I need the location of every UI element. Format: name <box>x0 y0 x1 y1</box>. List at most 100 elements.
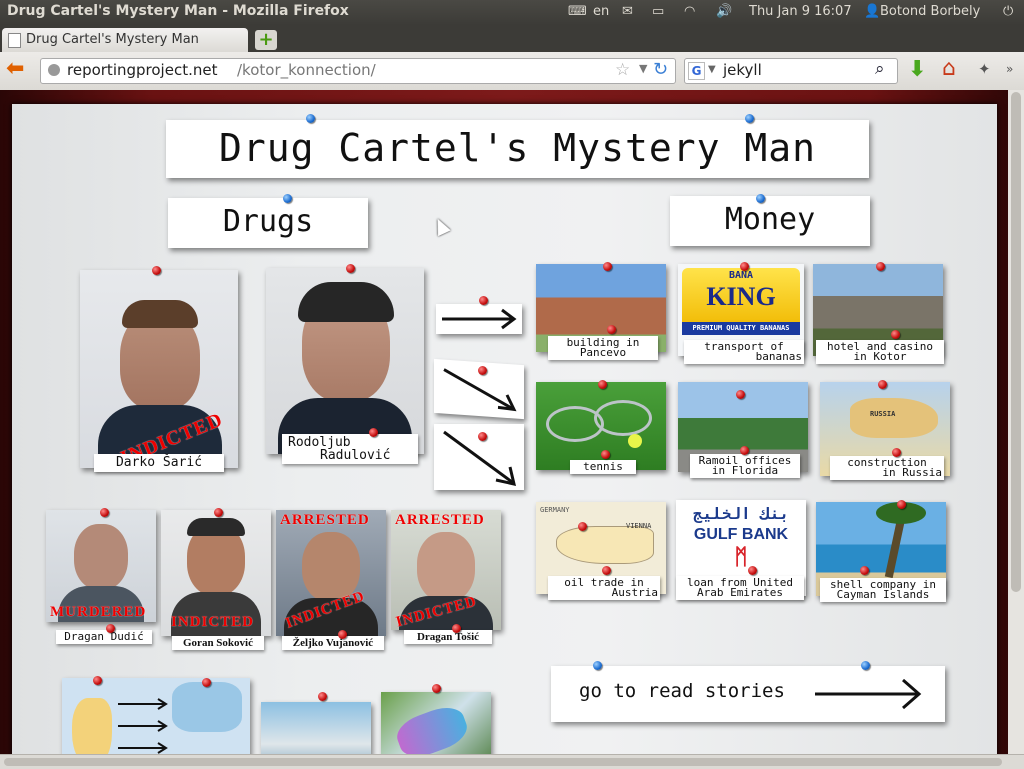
read-stories-button[interactable]: go to read stories <box>551 666 945 722</box>
red-pin-icon <box>601 450 610 459</box>
toolbar-overflow-icon[interactable]: » <box>1006 62 1013 76</box>
blue-pin-icon <box>283 194 292 203</box>
horizontal-scrollbar[interactable] <box>0 754 1024 769</box>
caption-line: in Kotor <box>853 350 907 363</box>
power-icon[interactable]: ⏻ <box>1003 4 1013 19</box>
user-name[interactable]: Botond Borbely <box>880 4 980 19</box>
arrow-card <box>436 304 522 334</box>
map-shape <box>72 698 112 754</box>
red-pin-icon <box>607 325 616 334</box>
blue-pin-icon <box>593 661 602 670</box>
globe-icon <box>48 64 60 76</box>
logo-main-text: KING <box>706 282 776 311</box>
keyboard-icon[interactable]: ⌨ <box>568 4 587 19</box>
racket <box>594 400 652 436</box>
caption-line: Pancevo <box>579 346 627 359</box>
page-title: Drug Cartel's Mystery Man <box>219 126 816 170</box>
red-pin-icon <box>748 566 757 575</box>
search-bar[interactable]: G ▼ jekyll ⌕ <box>684 58 898 84</box>
engine-dropdown-icon[interactable]: ▼ <box>708 64 716 75</box>
dragan-tosic-caption: Dragan Tošić <box>404 630 492 644</box>
red-pin-icon <box>892 448 901 457</box>
user-icon[interactable]: 👤 <box>864 4 880 19</box>
red-pin-icon <box>740 446 749 455</box>
blue-pin-icon <box>861 661 870 670</box>
read-stories-label: go to read stories <box>579 680 785 702</box>
map-shape <box>556 526 654 564</box>
scrollbar-thumb[interactable] <box>4 758 1002 766</box>
history-dropdown-icon[interactable]: ▼ <box>639 62 647 75</box>
blue-pin-icon <box>745 114 754 123</box>
darko-saric-photo[interactable]: INDICTED <box>80 270 238 468</box>
red-pin-icon <box>603 262 612 271</box>
red-pin-icon <box>878 380 887 389</box>
bookmark-star-icon[interactable]: ☆ <box>615 60 630 80</box>
goran-sokovic-photo[interactable]: INDICTED <box>161 510 271 636</box>
face-portrait <box>74 524 128 590</box>
map-shape <box>850 398 938 438</box>
back-button[interactable]: ⬅ <box>6 58 32 82</box>
goran-sokovic-caption: Goran Soković <box>172 636 264 650</box>
money-header: Money <box>724 202 816 237</box>
drugs-header-card[interactable]: Drugs <box>168 198 368 248</box>
red-pin-icon <box>602 566 611 575</box>
tab-drug-cartel[interactable]: Drug Cartel's Mystery Man <box>2 28 248 52</box>
window-title: Drug Cartel's Mystery Man - Mozilla Fire… <box>7 3 349 19</box>
scrollbar-thumb[interactable] <box>1011 92 1021 592</box>
battery-icon[interactable]: ▭ <box>652 4 664 19</box>
reload-icon[interactable]: ↻ <box>653 59 668 80</box>
keyboard-layout-indicator[interactable]: en <box>593 4 609 19</box>
red-pin-icon <box>452 624 461 633</box>
url-bar[interactable]: reportingproject.net /kotor_konnection/ … <box>40 58 676 84</box>
red-pin-icon <box>478 366 487 375</box>
gulf-bank-emblem-icon: ᛗ <box>734 545 748 570</box>
red-pin-icon <box>214 508 223 517</box>
search-input-value[interactable]: jekyll <box>723 61 762 79</box>
caption-line: bananas <box>755 350 802 363</box>
addon-icon[interactable]: ✦ <box>978 60 991 78</box>
red-pin-icon <box>100 508 109 517</box>
rodoljub-radulovic-photo[interactable] <box>266 268 424 454</box>
caption-line: Cayman Islands <box>836 588 930 601</box>
download-icon[interactable]: ⬇ <box>908 57 926 82</box>
wifi-icon[interactable]: ◠ <box>684 4 695 19</box>
page-title-card: Drug Cartel's Mystery Man <box>166 120 869 178</box>
world-map-photo[interactable] <box>62 678 250 754</box>
new-tab-button[interactable]: + <box>255 30 277 50</box>
blue-pin-icon <box>756 194 765 203</box>
caption-line: Arab Emirates <box>696 586 784 599</box>
page-icon <box>8 33 21 48</box>
red-pin-icon <box>876 262 885 271</box>
drug-package-photo[interactable] <box>381 692 491 754</box>
route-arrows-icon <box>118 698 168 754</box>
indicted-stamp: INDICTED <box>171 614 255 630</box>
dragan-dudic-caption: Dragan Dudić <box>56 630 152 644</box>
dragan-tosic-photo[interactable]: ARRESTED INDICTED <box>391 510 501 630</box>
caption-line: Radulović <box>320 448 391 463</box>
vertical-scrollbar[interactable] <box>1008 90 1024 754</box>
zeljko-vujanovic-photo[interactable]: ARRESTED INDICTED <box>276 510 386 636</box>
search-icon[interactable]: ⌕ <box>875 59 885 79</box>
gulf-bank-english: GULF BANK <box>693 526 789 543</box>
red-pin-icon <box>202 678 211 687</box>
yacht-photo[interactable] <box>261 702 371 754</box>
google-engine-icon[interactable]: G <box>688 62 705 80</box>
tennis-ball <box>628 434 642 448</box>
red-pin-icon <box>93 676 102 685</box>
caption-line: in Florida <box>711 464 779 477</box>
clock[interactable]: Thu Jan 9 16:07 <box>749 4 852 19</box>
money-caption: oil trade in Austria <box>548 576 660 600</box>
package-shape <box>392 701 472 754</box>
money-caption: tennis <box>570 460 636 474</box>
mail-icon[interactable]: ✉ <box>622 4 633 19</box>
drugs-header: Drugs <box>222 204 314 239</box>
money-caption: shell company in Cayman Islands <box>820 578 946 602</box>
money-caption: hotel and casino in Kotor <box>816 340 944 364</box>
home-icon[interactable]: ⌂ <box>942 56 956 81</box>
money-caption: construction in Russia <box>830 456 944 480</box>
money-header-card[interactable]: Money <box>670 196 870 246</box>
caption-line: in Russia <box>882 466 942 479</box>
volume-icon[interactable]: 🔊 <box>716 4 732 19</box>
dragan-dudic-photo[interactable]: MURDERED <box>46 510 156 622</box>
map-label: GERMANY <box>540 506 570 514</box>
